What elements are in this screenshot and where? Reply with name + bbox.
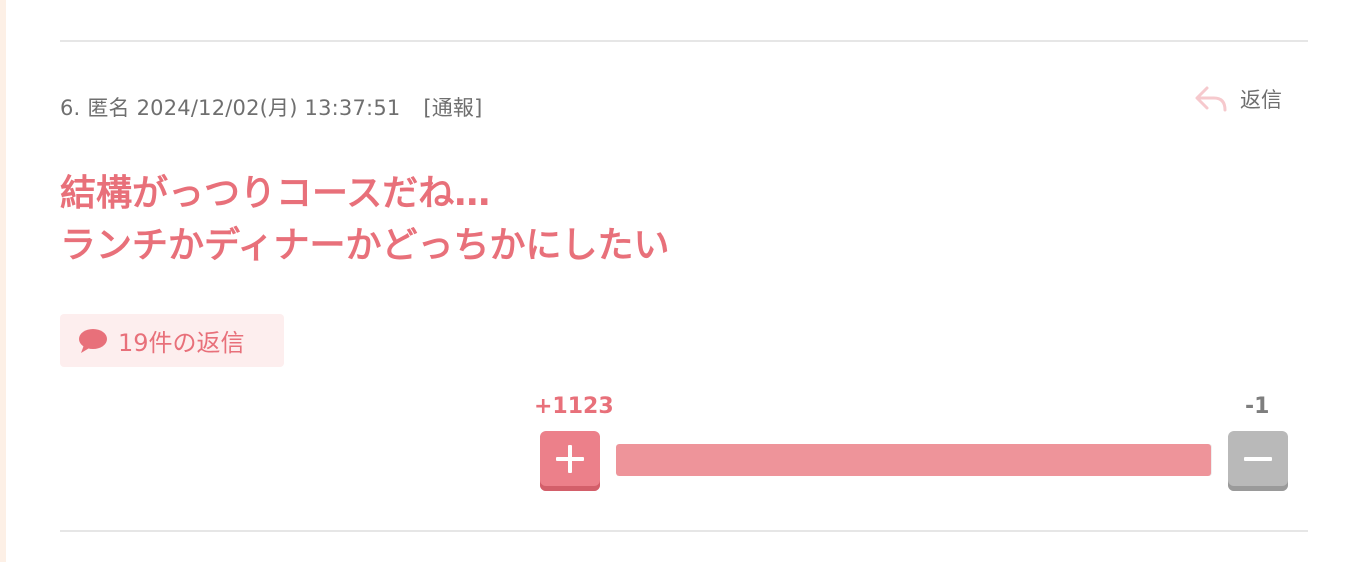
bottom-divider <box>60 530 1308 532</box>
reply-button[interactable]: 返信 <box>1194 84 1282 114</box>
comment-body-line: ランチかディナーかどっちかにしたい <box>60 225 670 266</box>
report-link[interactable]: [通報] <box>423 96 482 120</box>
comment-author: 匿名 <box>87 96 130 120</box>
vote-ratio-bar <box>616 444 1212 476</box>
plus-vote-button[interactable] <box>540 431 600 491</box>
speech-bubble-icon <box>79 328 107 353</box>
left-edge-strip <box>0 0 6 562</box>
comment-number: 6. <box>60 96 81 120</box>
vote-ratio-fill <box>616 444 1212 476</box>
comment-body-line: 結構がっつりコースだね… <box>60 173 491 214</box>
replies-count-button[interactable]: 19件の返信 <box>60 314 284 367</box>
plus-score: +1123 <box>534 394 614 419</box>
comment-meta: 6. 匿名 2024/12/02(月) 13:37:51 [通報] <box>60 92 483 122</box>
top-divider <box>60 40 1308 42</box>
reply-label: 返信 <box>1240 88 1282 112</box>
minus-score: -1 <box>1245 394 1270 419</box>
reply-arrow-icon <box>1195 86 1227 112</box>
comment-body: 結構がっつりコースだね… ランチかディナーかどっちかにしたい <box>60 168 669 272</box>
minus-vote-button[interactable] <box>1228 431 1288 491</box>
replies-count-label: 19件の返信 <box>118 329 245 357</box>
comment-datetime: 2024/12/02(月) 13:37:51 <box>136 96 401 120</box>
